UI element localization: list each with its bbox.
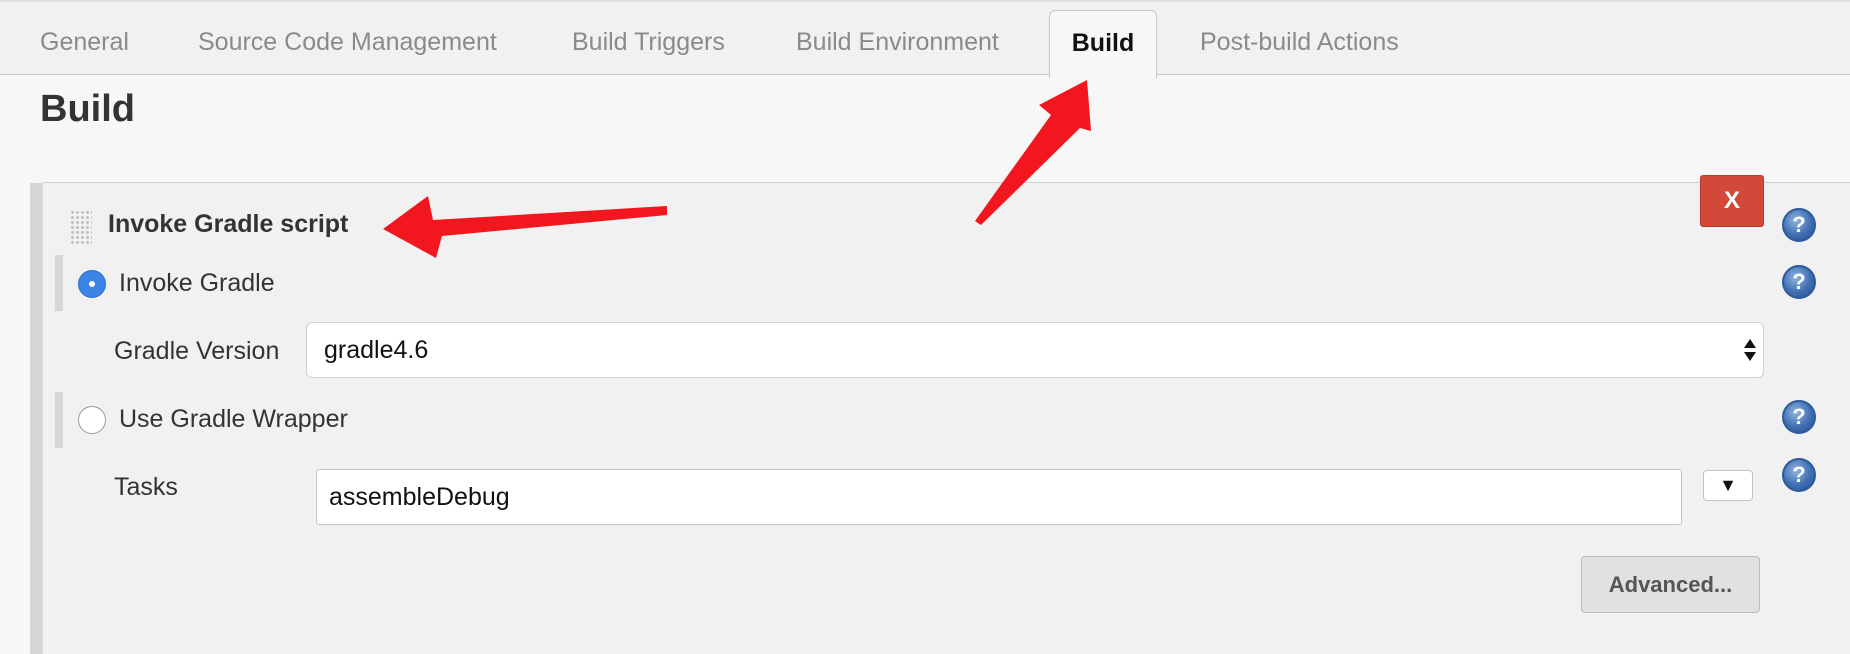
tasks-dropdown-button[interactable]: ▼ xyxy=(1703,470,1753,501)
step-title: Invoke Gradle script xyxy=(108,210,349,238)
tasks-input[interactable] xyxy=(316,469,1682,525)
help-icon[interactable]: ? xyxy=(1782,265,1816,299)
gradle-version-select[interactable]: gradle4.6 xyxy=(306,322,1764,378)
section-title: Build xyxy=(40,88,135,130)
invoke-gradle-label: Invoke Gradle xyxy=(119,269,275,297)
chevron-down-icon: ▼ xyxy=(1719,475,1737,495)
tab-source-code-management[interactable]: Source Code Management xyxy=(198,22,497,62)
tasks-label: Tasks xyxy=(114,473,178,501)
option-indent-bar xyxy=(55,255,63,311)
tab-build[interactable]: Build xyxy=(1049,10,1157,78)
help-icon[interactable]: ? xyxy=(1782,208,1816,242)
help-icon[interactable]: ? xyxy=(1782,400,1816,434)
use-gradle-wrapper-label: Use Gradle Wrapper xyxy=(119,405,348,433)
invoke-gradle-radio[interactable] xyxy=(78,270,106,298)
help-icon[interactable]: ? xyxy=(1782,458,1816,492)
gradle-version-value: gradle4.6 xyxy=(324,336,429,364)
drag-handle-icon[interactable] xyxy=(70,210,92,244)
use-gradle-wrapper-radio[interactable] xyxy=(78,406,106,434)
config-tab-bar: General Source Code Management Build Tri… xyxy=(0,0,1850,78)
tab-post-build-actions[interactable]: Post-build Actions xyxy=(1200,22,1399,62)
step-outer-bar xyxy=(30,183,42,654)
tab-build-triggers[interactable]: Build Triggers xyxy=(572,22,725,62)
tab-general[interactable]: General xyxy=(40,22,129,62)
tab-build-environment[interactable]: Build Environment xyxy=(796,22,999,62)
chevron-down-icon xyxy=(1744,339,1756,361)
gradle-version-label: Gradle Version xyxy=(114,337,280,365)
advanced-button[interactable]: Advanced... xyxy=(1581,556,1760,613)
delete-step-button[interactable]: X xyxy=(1700,175,1764,227)
option-indent-bar xyxy=(55,392,63,448)
